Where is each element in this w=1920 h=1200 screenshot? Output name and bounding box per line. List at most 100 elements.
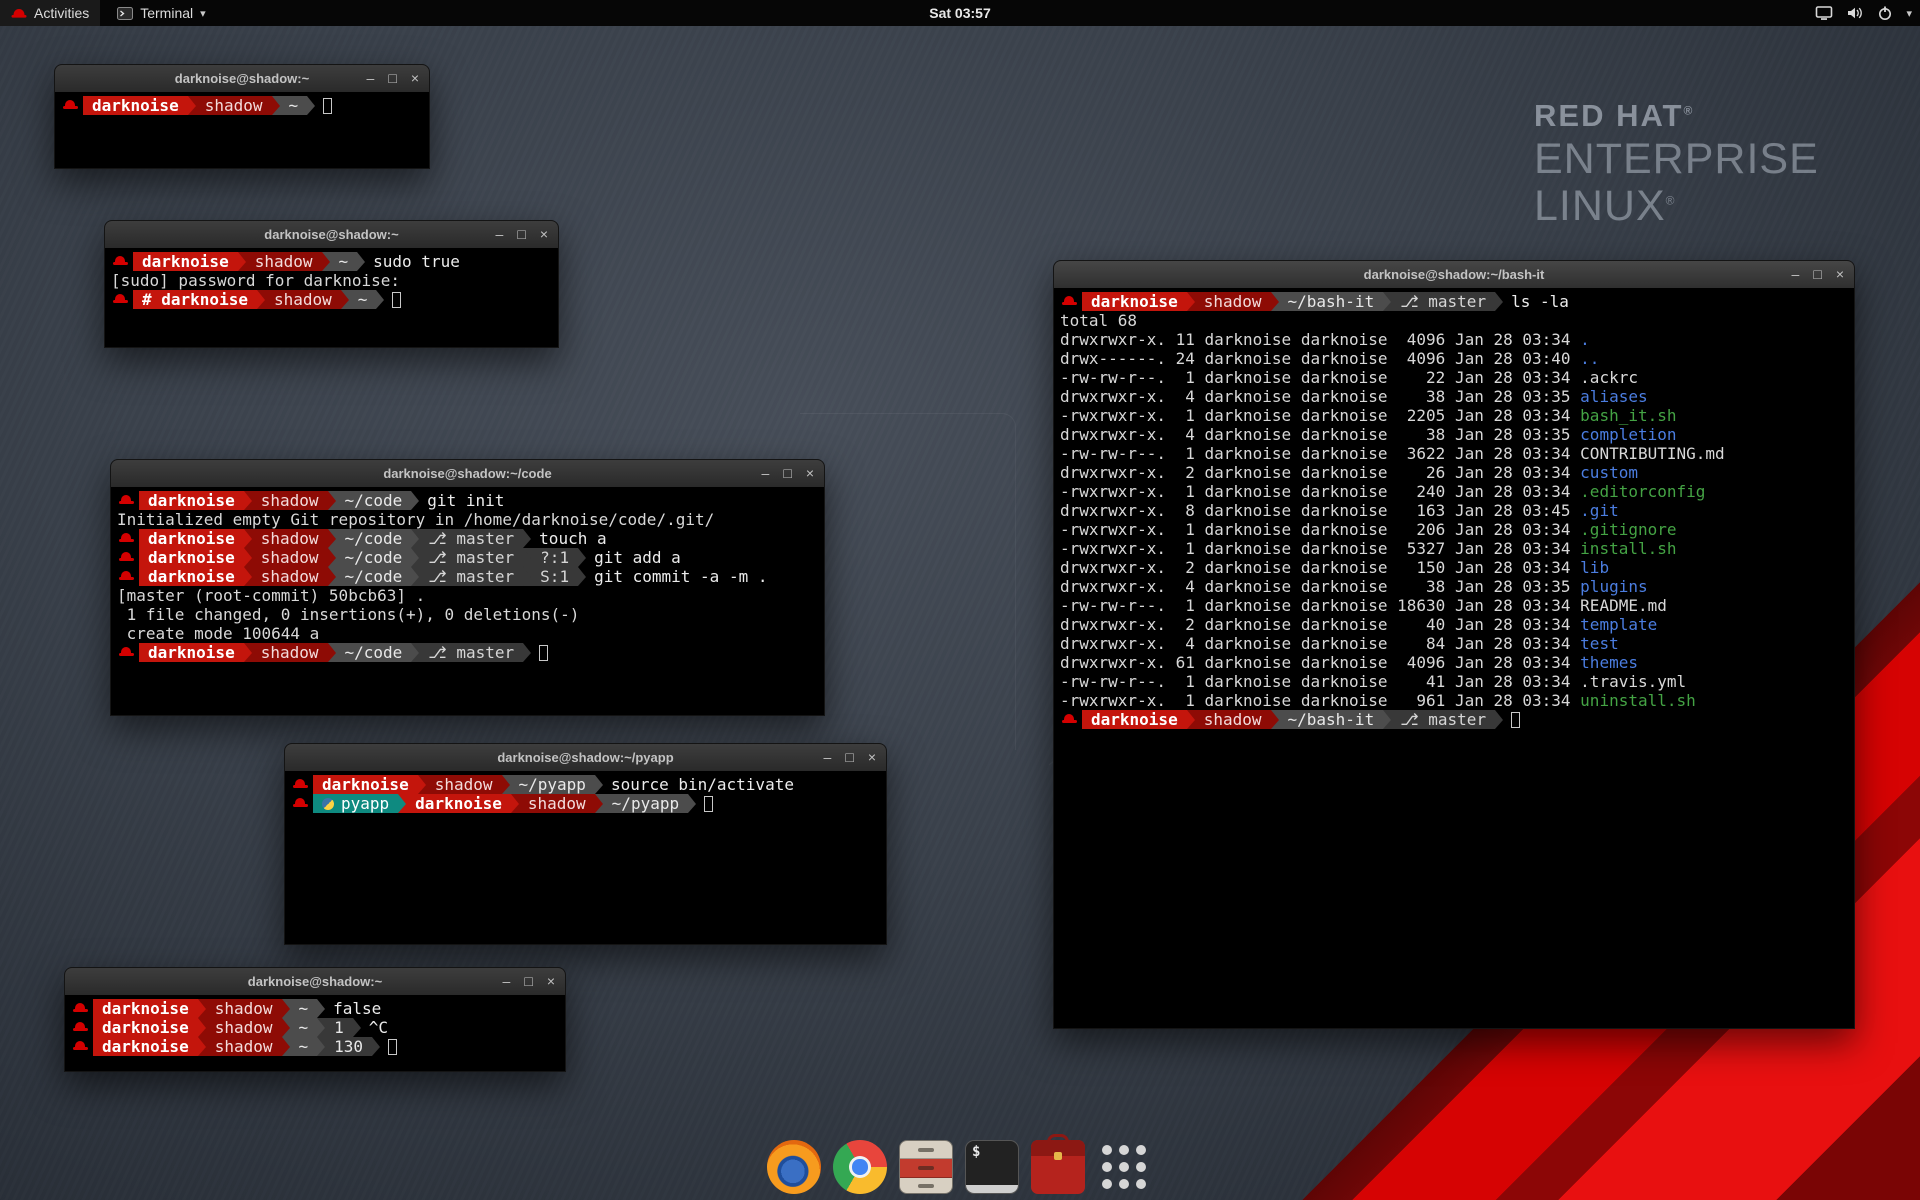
maximize-button[interactable]: □ (783, 460, 791, 487)
close-button[interactable]: × (547, 968, 555, 995)
clock[interactable]: Sat 03:57 (929, 5, 990, 21)
terminal-window-bash-it: darknoise@shadow:~/bash-it – □ × darknoi… (1053, 260, 1855, 1029)
files-drawer-bottom (900, 1178, 952, 1194)
terminal-output-text: .git (1580, 501, 1619, 520)
powerline-separator (244, 529, 252, 548)
grid-dot (1136, 1179, 1146, 1189)
close-button[interactable]: × (540, 221, 548, 248)
minimize-button[interactable]: – (1792, 261, 1800, 288)
grid-dot (1136, 1145, 1146, 1155)
powerline-separator (244, 567, 252, 586)
prompt-segment-exit: 130 (325, 1037, 372, 1056)
terminal-output-text: -rw-rw-r--. 1 darknoise darknoise 41 Jan… (1060, 672, 1580, 691)
minimize-button[interactable]: – (824, 744, 832, 771)
terminal-line: -rw-rw-r--. 1 darknoise darknoise 22 Jan… (1060, 368, 1848, 387)
powerline-separator (398, 794, 406, 813)
redhat-prompt-icon (73, 1021, 88, 1035)
terminal-output-text: drwxrwxr-x. 61 darknoise darknoise 4096 … (1060, 653, 1580, 672)
close-button[interactable]: × (411, 65, 419, 92)
prompt-segment-path: ~ (349, 290, 377, 309)
terminal-line: -rw-rw-r--. 1 darknoise darknoise 18630 … (1060, 596, 1848, 615)
prompt-segment-git: ⎇ master (419, 529, 523, 548)
terminal-line: 1 file changed, 0 insertions(+), 0 delet… (117, 605, 818, 624)
terminal-content[interactable]: darknoiseshadow~ (55, 92, 429, 168)
terminal-output-text: CONTRIBUTING.md (1580, 444, 1725, 463)
terminal-icon-bar (966, 1185, 1018, 1193)
close-button[interactable]: × (1836, 261, 1844, 288)
prompt-segment-user: darknoise (83, 96, 188, 115)
prompt-segment-host: shadow (196, 96, 272, 115)
minimize-button[interactable]: – (367, 65, 375, 92)
terminal-output-text: -rw-rw-r--. 1 darknoise darknoise 3622 J… (1060, 444, 1580, 463)
terminal-window-pyapp: darknoise@shadow:~/pyapp – □ × darknoise… (284, 743, 887, 945)
system-status-area[interactable]: ▾ (1815, 0, 1912, 26)
prompt-segment-git: ⎇ master (419, 643, 523, 662)
terminal-output-text: drwxrwxr-x. 4 darknoise darknoise 38 Jan… (1060, 425, 1580, 444)
prompt-segment-host: shadow (252, 491, 328, 510)
powerline-separator (307, 96, 315, 115)
powerline-separator (578, 548, 586, 567)
files-icon[interactable] (899, 1140, 953, 1194)
redhat-prompt-icon (1062, 295, 1077, 309)
activities-button[interactable]: Activities (0, 0, 100, 26)
terminal-line: darknoiseshadow~false (71, 999, 559, 1018)
terminal-content[interactable]: darknoiseshadow~/pyappsource bin/activat… (285, 771, 886, 944)
window-title-bar[interactable]: darknoise@shadow:~/bash-it – □ × (1054, 261, 1854, 289)
redhat-prompt-icon (293, 778, 308, 792)
powerline-separator (595, 775, 603, 794)
toolbox-latch (1054, 1152, 1062, 1160)
window-title-bar[interactable]: darknoise@shadow:~ – □ × (55, 65, 429, 93)
show-applications-icon[interactable] (1097, 1140, 1151, 1194)
powerline-separator (411, 643, 419, 662)
powerline-separator (523, 548, 531, 567)
toolbox-icon[interactable] (1031, 1140, 1085, 1194)
prompt-segment-user: darknoise (139, 643, 244, 662)
terminal-output-text: .. (1580, 349, 1599, 368)
terminal-content[interactable]: darknoiseshadow~falsedarknoiseshadow~1^C… (65, 995, 565, 1071)
minimize-button[interactable]: – (762, 460, 770, 487)
prompt-segment-user: darknoise (139, 567, 244, 586)
prompt-segment-user: darknoise (139, 548, 244, 567)
powerline-separator (1383, 710, 1391, 729)
prompt-segment-host: shadow (252, 643, 328, 662)
terminal-output-text: -rw-rw-r--. 1 darknoise darknoise 22 Jan… (1060, 368, 1580, 387)
maximize-button[interactable]: □ (517, 221, 525, 248)
window-title-bar[interactable]: darknoise@shadow:~ – □ × (65, 968, 565, 996)
powerline-separator (328, 529, 336, 548)
prompt-segment-user: darknoise (1082, 710, 1187, 729)
terminal-content[interactable]: darknoiseshadow~sudo true[sudo] password… (105, 248, 558, 347)
app-menu-label: Terminal (140, 5, 193, 21)
terminal-app-icon (117, 7, 133, 20)
powerline-separator (282, 1037, 290, 1056)
minimize-button[interactable]: – (503, 968, 511, 995)
prompt-segment-host: shadow (1195, 292, 1271, 311)
terminal-content[interactable]: darknoiseshadow~/codegit initInitialized… (111, 487, 824, 715)
terminal-output-text: drwxrwxr-x. 4 darknoise darknoise 38 Jan… (1060, 577, 1580, 596)
firefox-icon[interactable] (767, 1140, 821, 1194)
maximize-button[interactable]: □ (388, 65, 396, 92)
terminal-line: # darknoiseshadow~ (111, 290, 552, 309)
prompt-segment-user: # darknoise (133, 290, 257, 309)
chrome-icon[interactable] (833, 1140, 887, 1194)
prompt-segment-user: darknoise (93, 999, 198, 1018)
window-title-bar[interactable]: darknoise@shadow:~/pyapp – □ × (285, 744, 886, 772)
app-menu-terminal[interactable]: Terminal ▾ (106, 0, 216, 26)
terminal-content[interactable]: darknoiseshadow~/bash-it⎇ masterls -lato… (1054, 288, 1854, 1028)
maximize-button[interactable]: □ (524, 968, 532, 995)
terminal-line: pyappdarknoiseshadow~/pyapp (291, 794, 880, 813)
powerline-separator (1495, 292, 1503, 311)
terminal-line: -rw-rw-r--. 1 darknoise darknoise 41 Jan… (1060, 672, 1848, 691)
terminal-line: drwxrwxr-x. 11 darknoise darknoise 4096 … (1060, 330, 1848, 349)
maximize-button[interactable]: □ (1813, 261, 1821, 288)
terminal-icon[interactable]: $ (965, 1140, 1019, 1194)
maximize-button[interactable]: □ (845, 744, 853, 771)
terminal-output-text: drwxrwxr-x. 11 darknoise darknoise 4096 … (1060, 330, 1580, 349)
registered-mark: ® (1683, 104, 1694, 118)
window-title-bar[interactable]: darknoise@shadow:~/code – □ × (111, 460, 824, 488)
close-button[interactable]: × (806, 460, 814, 487)
window-title-bar[interactable]: darknoise@shadow:~ – □ × (105, 221, 558, 249)
display-icon (1815, 5, 1833, 21)
command-text: touch a (539, 529, 606, 548)
close-button[interactable]: × (868, 744, 876, 771)
minimize-button[interactable]: – (496, 221, 504, 248)
